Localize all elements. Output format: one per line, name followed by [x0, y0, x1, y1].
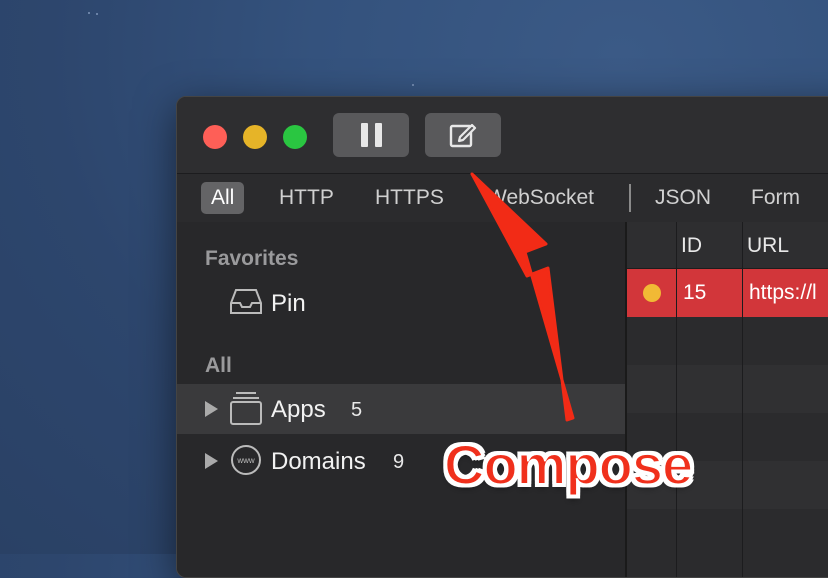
minimize-window-button[interactable]: [243, 125, 267, 149]
column-header-url[interactable]: URL: [747, 234, 789, 258]
disclosure-triangle-icon[interactable]: [205, 401, 218, 417]
compose-button[interactable]: [425, 113, 501, 157]
filter-tab-json[interactable]: JSON: [645, 182, 721, 214]
table-row-empty: [627, 509, 828, 557]
table-row-empty: [627, 317, 828, 365]
background-star: [96, 13, 98, 15]
compose-icon: [449, 123, 477, 148]
sidebar-item-label: Domains: [271, 448, 366, 475]
sidebar-item-label: Pin: [271, 290, 306, 317]
sidebar-item-apps[interactable]: Apps 5: [177, 384, 625, 434]
sidebar: Favorites Pin All Apps 5 www Domains 9: [177, 222, 625, 577]
row-url: https://l: [749, 281, 817, 304]
domains-count: 9: [393, 451, 405, 473]
sidebar-item-pin[interactable]: Pin: [177, 278, 625, 328]
column-header-id[interactable]: ID: [681, 234, 702, 258]
table-row-empty: [627, 365, 828, 413]
table-row[interactable]: 15 https://l: [627, 269, 828, 317]
filter-tab-websocket[interactable]: WebSocket: [477, 182, 604, 214]
www-globe-icon: www: [231, 445, 261, 475]
column-divider: [742, 222, 743, 577]
apps-stack-icon: [230, 392, 262, 425]
filter-separator: [629, 184, 631, 212]
row-id: 15: [683, 281, 707, 304]
favorites-heading: Favorites: [205, 247, 299, 270]
pause-button[interactable]: [333, 113, 409, 157]
column-divider: [676, 222, 677, 577]
filter-tab-form[interactable]: Form: [741, 182, 810, 214]
tray-icon: [230, 289, 262, 314]
filter-bar: All HTTP HTTPS WebSocket JSON Form: [177, 173, 828, 223]
status-dot-icon: [643, 284, 661, 302]
filter-tab-all[interactable]: All: [201, 182, 245, 214]
maximize-window-button[interactable]: [283, 125, 307, 149]
table-header: ID URL: [627, 222, 828, 269]
compose-annotation-label: Compose: [443, 432, 694, 497]
request-table: ID URL 15 https://l: [627, 222, 828, 577]
background-star: [88, 12, 90, 14]
filter-tab-https[interactable]: HTTPS: [365, 182, 454, 214]
close-window-button[interactable]: [203, 125, 227, 149]
background-star: [412, 84, 414, 86]
svg-text:www: www: [236, 456, 255, 465]
disclosure-triangle-icon[interactable]: [205, 453, 218, 469]
apps-count: 5: [351, 399, 363, 421]
pause-icon: [360, 123, 382, 147]
app-window: All HTTP HTTPS WebSocket JSON Form Favor…: [176, 96, 828, 578]
filter-tab-http[interactable]: HTTP: [269, 182, 344, 214]
all-heading: All: [205, 354, 232, 377]
title-bar: [177, 97, 828, 173]
sidebar-item-label: Apps: [271, 396, 326, 423]
